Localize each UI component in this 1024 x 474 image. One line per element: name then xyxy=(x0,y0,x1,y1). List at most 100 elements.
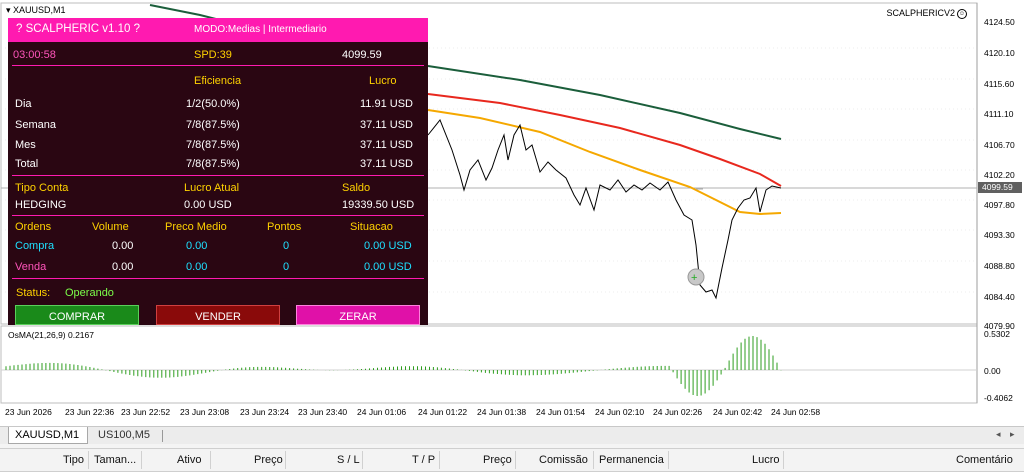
col-comentario[interactable]: Comentário xyxy=(956,454,1013,466)
toolbox-table-header: Tipo Taman... Ativo Preço S / L T / P Pr… xyxy=(0,448,1024,472)
time-axis-label: 23 Jun 22:36 xyxy=(65,407,115,417)
stat-eficiencia: 7/8(87.5%) xyxy=(186,158,240,170)
eficiencia-header: Eficiencia xyxy=(194,75,242,87)
price-axis-label: 4115.60 xyxy=(984,79,1015,89)
status-label: Status: xyxy=(16,287,51,299)
order-volume: 0.00 xyxy=(112,240,134,252)
lucro-atual-header: Lucro Atual xyxy=(184,182,240,194)
col-tipo[interactable]: Tipo xyxy=(63,454,84,466)
scalpheric-panel: ? SCALPHERIC v1.10 ? MODO:Medias | Inter… xyxy=(8,18,428,325)
panel-divider xyxy=(12,175,424,176)
time-axis-label: 24 Jun 01:54 xyxy=(536,407,586,417)
osma-title: OsMA(21,26,9) 0.2167 xyxy=(8,330,94,340)
tipo-conta-value: HEDGING xyxy=(15,199,67,211)
stat-lucro: 37.11 USD xyxy=(360,119,413,131)
time-axis-label: 23 Jun 23:08 xyxy=(180,407,230,417)
panel-title-bar: ? SCALPHERIC v1.10 ? MODO:Medias | Inter… xyxy=(8,18,428,42)
time-axis-label: 24 Jun 01:06 xyxy=(357,407,407,417)
cursor-plus-icon: + xyxy=(691,272,697,284)
price-axis-label: 4106.70 xyxy=(984,140,1015,150)
time-axis-label: 23 Jun 23:24 xyxy=(240,407,290,417)
time-axis-label: 23 Jun 22:52 xyxy=(121,407,171,417)
chart-top-bar: ▾ XAUUSD,M1 xyxy=(0,0,976,18)
lucro-header: Lucro xyxy=(369,75,397,87)
panel-title: ? SCALPHERIC v1.10 ? xyxy=(16,23,141,35)
stat-label: Dia xyxy=(15,98,32,110)
time-axis-label: 24 Jun 02:42 xyxy=(713,407,763,417)
panel-mode: MODO:Medias | Intermediario xyxy=(194,24,327,35)
column-divider xyxy=(285,451,286,469)
stat-eficiencia: 7/8(87.5%) xyxy=(186,139,240,151)
expert-advisor-name[interactable]: SCALPHERICV2 ☺ xyxy=(886,8,967,19)
stat-eficiencia: 1/2(50.0%) xyxy=(186,98,240,110)
status-value: Operando xyxy=(65,287,114,299)
col-tp[interactable]: T / P xyxy=(412,454,435,466)
order-situacao: 0.00 USD xyxy=(364,261,412,273)
zerar-button[interactable]: ZERAR xyxy=(296,305,420,325)
panel-price: 4099.59 xyxy=(342,49,382,61)
time-axis-label: 23 Jun 23:40 xyxy=(298,407,348,417)
column-divider xyxy=(141,451,142,469)
price-axis-label: 4111.10 xyxy=(984,109,1014,119)
order-preco: 0.00 xyxy=(186,240,208,252)
order-label-compra: Compra xyxy=(15,240,55,252)
osma-axis-label: 0.5302 xyxy=(984,329,1010,339)
column-divider xyxy=(88,451,89,469)
comprar-button[interactable]: COMPRAR xyxy=(15,305,139,325)
price-axis-label: 4120.10 xyxy=(984,48,1015,58)
volume-header: Volume xyxy=(92,221,129,233)
column-divider xyxy=(515,451,516,469)
column-divider xyxy=(593,451,594,469)
pontos-header: Pontos xyxy=(267,221,302,233)
time-axis-label: 24 Jun 02:26 xyxy=(653,407,703,417)
chart-symbol-title: ▾ XAUUSD,M1 xyxy=(6,5,66,15)
tab-xauusd-m1[interactable]: XAUUSD,M1 xyxy=(8,427,88,444)
current-price-tag: 4099.59 xyxy=(978,182,1022,193)
situacao-header: Situacao xyxy=(350,221,393,233)
osma-axis-label: -0.4062 xyxy=(984,393,1013,403)
col-preco-atual[interactable]: Preço xyxy=(483,454,512,466)
col-ativo[interactable]: Ativo xyxy=(177,454,201,466)
tab-us100-m5[interactable]: US100,M5 xyxy=(92,427,158,444)
col-permanencia[interactable]: Permanencia xyxy=(599,454,664,466)
column-divider xyxy=(439,451,440,469)
stat-lucro: 37.11 USD xyxy=(360,139,413,151)
price-axis-label: 4088.80 xyxy=(984,261,1015,271)
col-sl[interactable]: S / L xyxy=(337,454,360,466)
column-divider xyxy=(783,451,784,469)
time-axis-label: 24 Jun 01:38 xyxy=(477,407,527,417)
time-axis-label: 24 Jun 02:58 xyxy=(771,407,821,417)
column-divider xyxy=(668,451,669,469)
saldo-header: Saldo xyxy=(342,182,371,194)
vender-button[interactable]: VENDER xyxy=(156,305,280,325)
order-volume: 0.00 xyxy=(112,261,134,273)
chart-tabs-bar: XAUUSD,M1 US100,M5 ◂ ▸ xyxy=(0,426,1024,445)
preco-medio-header: Preco Medio xyxy=(165,221,227,233)
tipo-conta-header: Tipo Conta xyxy=(15,182,69,194)
panel-divider xyxy=(12,278,424,279)
time-axis-label: 24 Jun 02:10 xyxy=(595,407,645,417)
price-axis-label: 4102.20 xyxy=(984,170,1015,180)
stat-lucro: 37.11 USD xyxy=(360,158,413,170)
lucro-atual-value: 0.00 USD xyxy=(184,199,232,211)
col-tamanho[interactable]: Taman... xyxy=(94,454,136,466)
tabs-scroll-right-icon[interactable]: ▸ xyxy=(1010,429,1015,440)
price-axis-label: 4124.50 xyxy=(984,17,1015,27)
col-comissao[interactable]: Comissão xyxy=(539,454,588,466)
price-axis-label: 4084.40 xyxy=(984,292,1015,302)
column-divider xyxy=(210,451,211,469)
column-divider xyxy=(362,451,363,469)
order-preco: 0.00 xyxy=(186,261,208,273)
panel-divider xyxy=(12,65,424,66)
stat-label: Total xyxy=(15,158,39,170)
col-lucro[interactable]: Lucro xyxy=(752,454,780,466)
col-preco[interactable]: Preço xyxy=(254,454,283,466)
time-axis-label: 24 Jun 01:22 xyxy=(418,407,468,417)
stat-lucro: 11.91 USD xyxy=(360,98,413,110)
price-axis-label: 4093.30 xyxy=(984,230,1015,240)
tabs-scroll-left-icon[interactable]: ◂ xyxy=(996,429,1001,440)
stat-label: Mes xyxy=(15,139,36,151)
ordens-header: Ordens xyxy=(15,221,52,233)
order-pontos: 0 xyxy=(283,261,290,273)
panel-divider xyxy=(12,215,424,216)
